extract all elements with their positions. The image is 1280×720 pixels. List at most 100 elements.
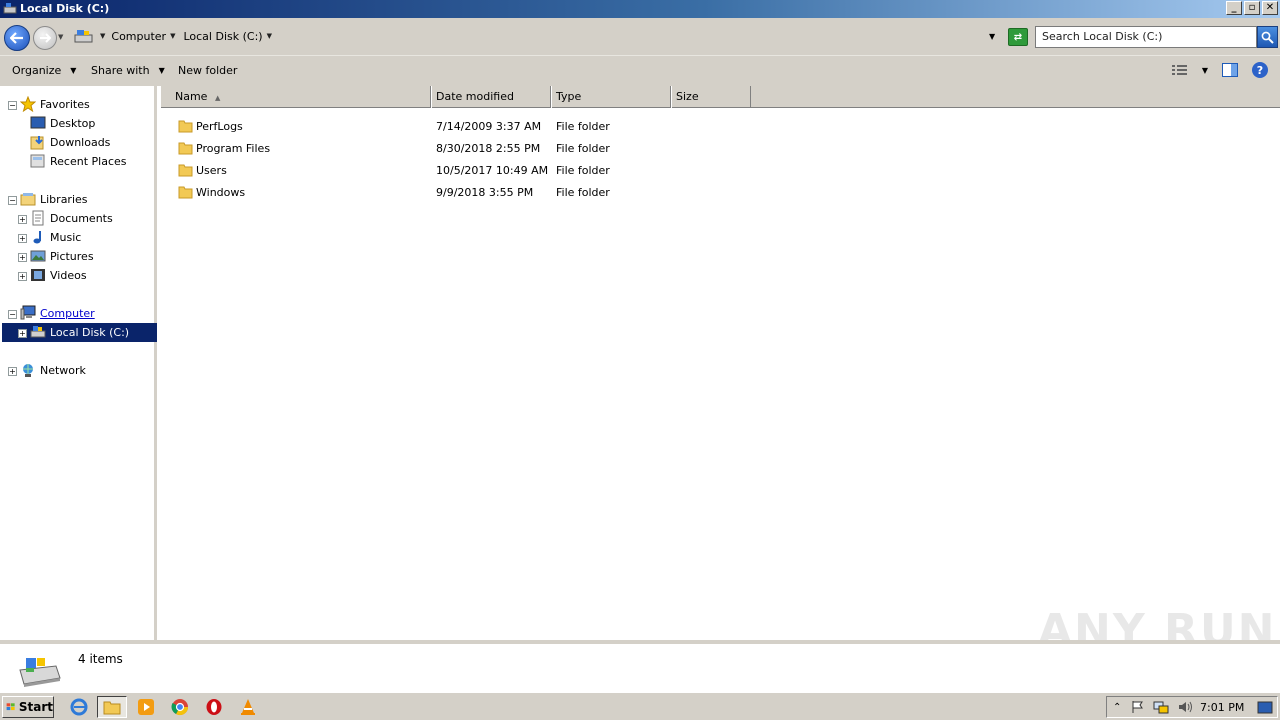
column-header-row: Name ▲ Date modified Type Size	[160, 86, 1280, 108]
file-type: File folder	[556, 142, 610, 155]
navigation-pane: − Favorites Desktop Downloads Recent Pla…	[0, 86, 157, 640]
recent-places-icon	[30, 154, 45, 168]
address-box[interactable]: ▼ Computer ▼ Local Disk (C:) ▼	[72, 25, 1002, 47]
forward-button[interactable]	[33, 26, 57, 50]
expand-documents[interactable]: +	[18, 215, 27, 224]
search-input[interactable]: Search Local Disk (C:)	[1035, 26, 1257, 48]
taskbar-vlc[interactable]	[233, 696, 263, 718]
search-icon	[1261, 31, 1274, 44]
start-button[interactable]: Start	[2, 696, 54, 718]
close-button[interactable]: ✕	[1262, 1, 1278, 15]
nav-label: Recent Places	[50, 154, 127, 168]
network-status-icon[interactable]	[1153, 700, 1169, 714]
chrome-icon	[171, 699, 189, 716]
column-header-size[interactable]: Size	[671, 86, 751, 108]
nav-item-favorites[interactable]: Favorites	[20, 95, 90, 113]
drive-icon	[19, 658, 61, 687]
show-desktop-icon[interactable]	[1257, 701, 1273, 715]
nav-item-documents[interactable]: Documents	[30, 209, 113, 227]
taskbar-media-player[interactable]	[131, 696, 161, 718]
nav-item-network[interactable]: Network	[20, 361, 86, 379]
taskbar-explorer[interactable]	[97, 696, 127, 718]
taskbar-opera[interactable]	[199, 696, 229, 718]
taskbar-chrome[interactable]	[165, 696, 195, 718]
back-button[interactable]	[4, 25, 30, 51]
nav-label: Downloads	[50, 135, 111, 149]
star-icon	[20, 96, 36, 112]
preview-pane-icon[interactable]	[1222, 63, 1238, 77]
nav-item-local-disk[interactable]: Local Disk (C:)	[30, 323, 129, 341]
vlc-icon	[241, 699, 255, 715]
table-row[interactable]: Users 10/5/2017 10:49 AM File folder	[160, 160, 1280, 180]
nav-item-recent-places[interactable]: Recent Places	[30, 152, 127, 170]
share-with-button[interactable]: Share with ▼	[91, 64, 165, 77]
taskbar-ie[interactable]	[64, 696, 94, 718]
column-header-type[interactable]: Type	[551, 86, 671, 108]
new-folder-button[interactable]: New folder	[178, 64, 237, 77]
nav-label: Network	[40, 363, 86, 377]
nav-item-pictures[interactable]: Pictures	[30, 247, 94, 265]
file-type: File folder	[556, 186, 610, 199]
nav-item-videos[interactable]: Videos	[30, 266, 87, 284]
file-date: 10/5/2017 10:49 AM	[436, 164, 549, 177]
clock[interactable]: 7:01 PM	[1200, 701, 1244, 714]
recent-pages-dropdown[interactable]: ▼	[58, 33, 63, 41]
view-options-icon[interactable]	[1171, 64, 1188, 76]
chevron-down-icon[interactable]: ▼	[170, 32, 175, 40]
breadcrumb-computer[interactable]: Computer	[111, 30, 166, 43]
organize-button[interactable]: Organize ▼	[12, 64, 76, 77]
table-row[interactable]: Program Files 8/30/2018 2:55 PM File fol…	[160, 138, 1280, 158]
folder-icon	[103, 701, 121, 715]
opera-icon	[206, 699, 222, 715]
chevron-down-icon[interactable]: ▼	[100, 32, 105, 40]
collapse-computer[interactable]: −	[8, 310, 17, 319]
column-header-date[interactable]: Date modified	[431, 86, 551, 108]
file-date: 9/9/2018 3:55 PM	[436, 186, 534, 199]
nav-item-computer[interactable]: Computer	[20, 304, 95, 322]
table-row[interactable]: PerfLogs 7/14/2009 3:37 AM File folder	[160, 116, 1280, 136]
back-arrow-icon	[10, 32, 23, 44]
collapse-favorites[interactable]: −	[8, 101, 17, 110]
nav-item-music[interactable]: Music	[30, 228, 81, 246]
table-row[interactable]: Windows 9/9/2018 3:55 PM File folder	[160, 182, 1280, 202]
minimize-button[interactable]: _	[1226, 1, 1242, 15]
nav-label: Local Disk (C:)	[50, 325, 130, 339]
expand-network[interactable]: +	[8, 367, 17, 376]
column-label: Name	[175, 90, 208, 103]
expand-videos[interactable]: +	[18, 272, 27, 281]
breadcrumb: Computer ▼ Local Disk (C:) ▼	[111, 30, 272, 43]
chevron-down-icon[interactable]: ▼	[267, 32, 272, 40]
column-header-name[interactable]: Name ▲	[160, 86, 431, 108]
expand-music[interactable]: +	[18, 234, 27, 243]
volume-icon[interactable]	[1177, 700, 1193, 714]
window-titlebar: Local Disk (C:) _ ▫ ✕	[0, 0, 1280, 18]
refresh-button[interactable]: ⇄	[1008, 28, 1028, 46]
drive-icon	[3, 3, 17, 14]
nav-item-libraries[interactable]: Libraries	[20, 190, 88, 208]
action-center-flag-icon[interactable]	[1131, 700, 1145, 714]
folder-icon	[178, 142, 193, 155]
chevron-down-icon: ▼	[70, 66, 77, 75]
expand-local-disk[interactable]: +	[18, 329, 27, 338]
windows-logo-icon	[6, 703, 15, 711]
command-toolbar: Organize ▼ Share with ▼ New folder ▼ ?	[0, 55, 1280, 86]
chevron-down-icon[interactable]: ▼	[1202, 66, 1208, 75]
help-button[interactable]: ?	[1252, 62, 1268, 78]
show-hidden-icons-icon[interactable]: ⌃	[1113, 702, 1121, 713]
file-name: Windows	[196, 186, 246, 199]
collapse-libraries[interactable]: −	[8, 196, 17, 205]
search-button[interactable]	[1257, 26, 1278, 48]
nav-item-downloads[interactable]: Downloads	[30, 133, 110, 151]
breadcrumb-local-disk[interactable]: Local Disk (C:)	[183, 30, 262, 43]
address-bar-area: ▼ ▼ Computer ▼ Local Disk (C:) ▼ ▼ ⇄ Sea…	[0, 18, 1280, 55]
file-date: 8/30/2018 2:55 PM	[436, 142, 541, 155]
nav-label: Music	[50, 230, 82, 244]
computer-icon	[20, 305, 36, 320]
expand-pictures[interactable]: +	[18, 253, 27, 262]
pictures-icon	[30, 250, 46, 262]
media-player-icon	[138, 699, 154, 715]
address-dropdown[interactable]: ▼	[989, 32, 995, 41]
window-title: Local Disk (C:)	[20, 2, 110, 15]
restore-button[interactable]: ▫	[1244, 1, 1260, 15]
nav-item-desktop[interactable]: Desktop	[30, 114, 95, 132]
